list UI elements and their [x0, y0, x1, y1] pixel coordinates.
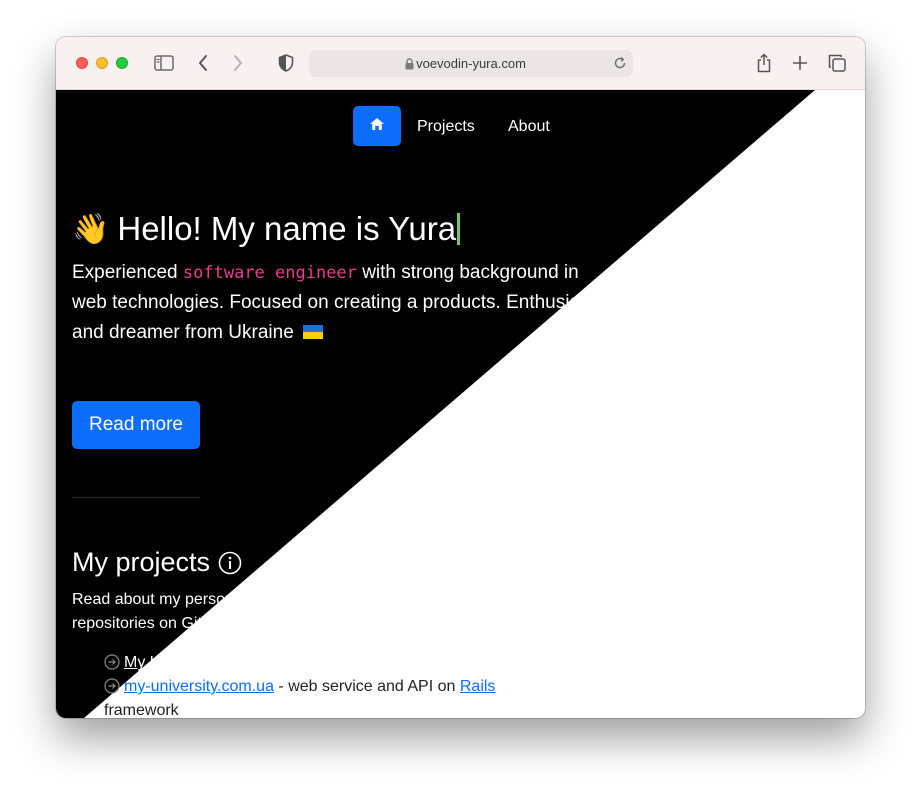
- back-icon[interactable]: [192, 52, 214, 74]
- typing-caret: [457, 213, 461, 245]
- hero-title-text: Hello! My name is Yura: [117, 210, 457, 247]
- info-icon[interactable]: [218, 551, 242, 575]
- hero-intro: Experienced software engineer with stron…: [72, 258, 602, 348]
- tabs-overview-icon[interactable]: [826, 52, 848, 74]
- privacy-shield-icon[interactable]: [275, 52, 297, 74]
- forward-icon[interactable]: [227, 52, 249, 74]
- project-link-my-universit[interactable]: My Universit: [124, 654, 212, 671]
- browser-toolbar: voevodin-yura.com: [56, 37, 865, 90]
- projects-heading: My projects: [72, 547, 242, 578]
- sidebar-icon[interactable]: [153, 52, 175, 74]
- rails-link[interactable]: Rails: [460, 678, 496, 695]
- share-icon[interactable]: [753, 52, 775, 74]
- close-window-button[interactable]: [76, 57, 88, 69]
- project-item: my-university.com.ua - web service and A…: [104, 675, 495, 702]
- project-link-my-university[interactable]: my-university.com.ua: [124, 678, 274, 695]
- hero-title: 👋 Hello! My name is Yura: [72, 210, 461, 248]
- intro-before: Experienced: [72, 262, 178, 283]
- read-more-button[interactable]: Read more: [72, 401, 200, 449]
- home-icon: [369, 117, 385, 136]
- url-text: voevodin-yura.com: [416, 56, 526, 71]
- zoom-window-button[interactable]: [116, 57, 128, 69]
- page-content: Projects About 👋 Hello! My name is Yura …: [56, 90, 865, 718]
- waving-hand-icon: 👋: [72, 212, 110, 246]
- ukraine-flag-icon: [303, 325, 324, 339]
- new-tab-icon[interactable]: [789, 52, 811, 74]
- nav-home-button[interactable]: [353, 106, 401, 146]
- reload-icon[interactable]: [613, 56, 627, 75]
- intro-code: software engineer: [182, 263, 357, 283]
- nav-about-link[interactable]: About: [508, 118, 550, 136]
- projects-title-text: My projects: [72, 547, 211, 577]
- minimize-window-button[interactable]: [96, 57, 108, 69]
- address-bar[interactable]: voevodin-yura.com: [309, 50, 633, 77]
- nav-projects-link[interactable]: Projects: [417, 118, 475, 136]
- projects-description: Read about my personal projects. Check o…: [72, 591, 481, 632]
- project-item: My Universit - iOS app with schedule for…: [104, 651, 493, 678]
- project-desc-continued: framework: [104, 702, 179, 718]
- project-desc: - iOS app with schedule for universities: [216, 654, 494, 671]
- lock-icon: [405, 57, 414, 75]
- divider: [72, 497, 200, 498]
- project-desc: - web service and API on: [278, 678, 456, 695]
- browser-window: voevodin-yura.com Projects About 👋 Hello…: [56, 37, 865, 718]
